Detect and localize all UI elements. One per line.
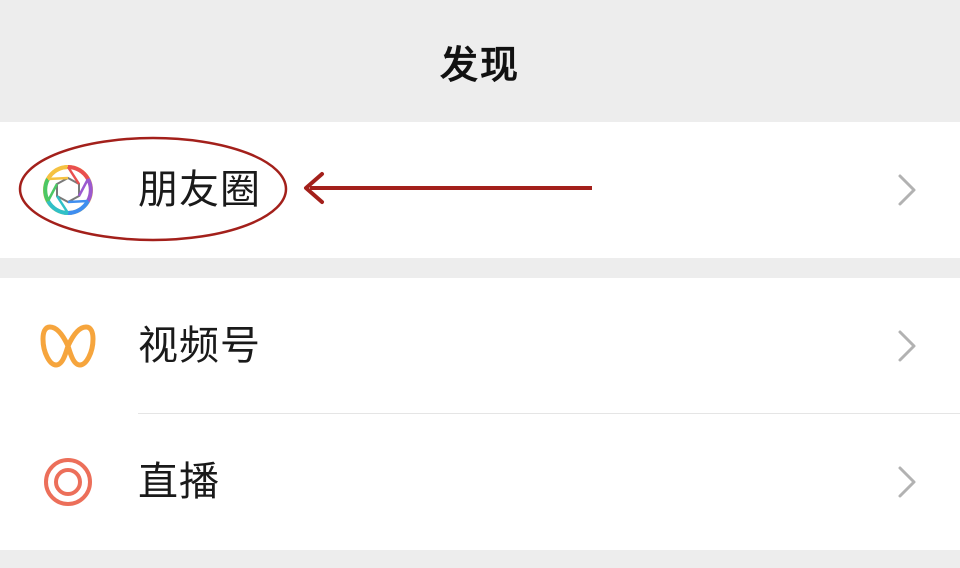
- chevron-right-icon: [898, 330, 916, 362]
- group-channels-live: 视频号 直播: [0, 278, 960, 550]
- chevron-right-icon: [898, 174, 916, 206]
- live-label: 直播: [138, 459, 220, 505]
- group-moments: 朋友圈: [0, 122, 960, 258]
- channels-butterfly-icon: [40, 318, 96, 374]
- list-item-moments[interactable]: 朋友圈: [0, 122, 960, 258]
- list-item-channels[interactable]: 视频号: [0, 278, 960, 414]
- channels-label: 视频号: [138, 323, 261, 369]
- list-item-live[interactable]: 直播: [0, 414, 960, 550]
- live-target-icon: [40, 454, 96, 510]
- chevron-right-icon: [898, 466, 916, 498]
- moments-label: 朋友圈: [138, 167, 261, 213]
- top-bar: 发现: [0, 0, 960, 122]
- page-title: 发现: [439, 42, 520, 87]
- moments-aperture-icon: [40, 162, 96, 218]
